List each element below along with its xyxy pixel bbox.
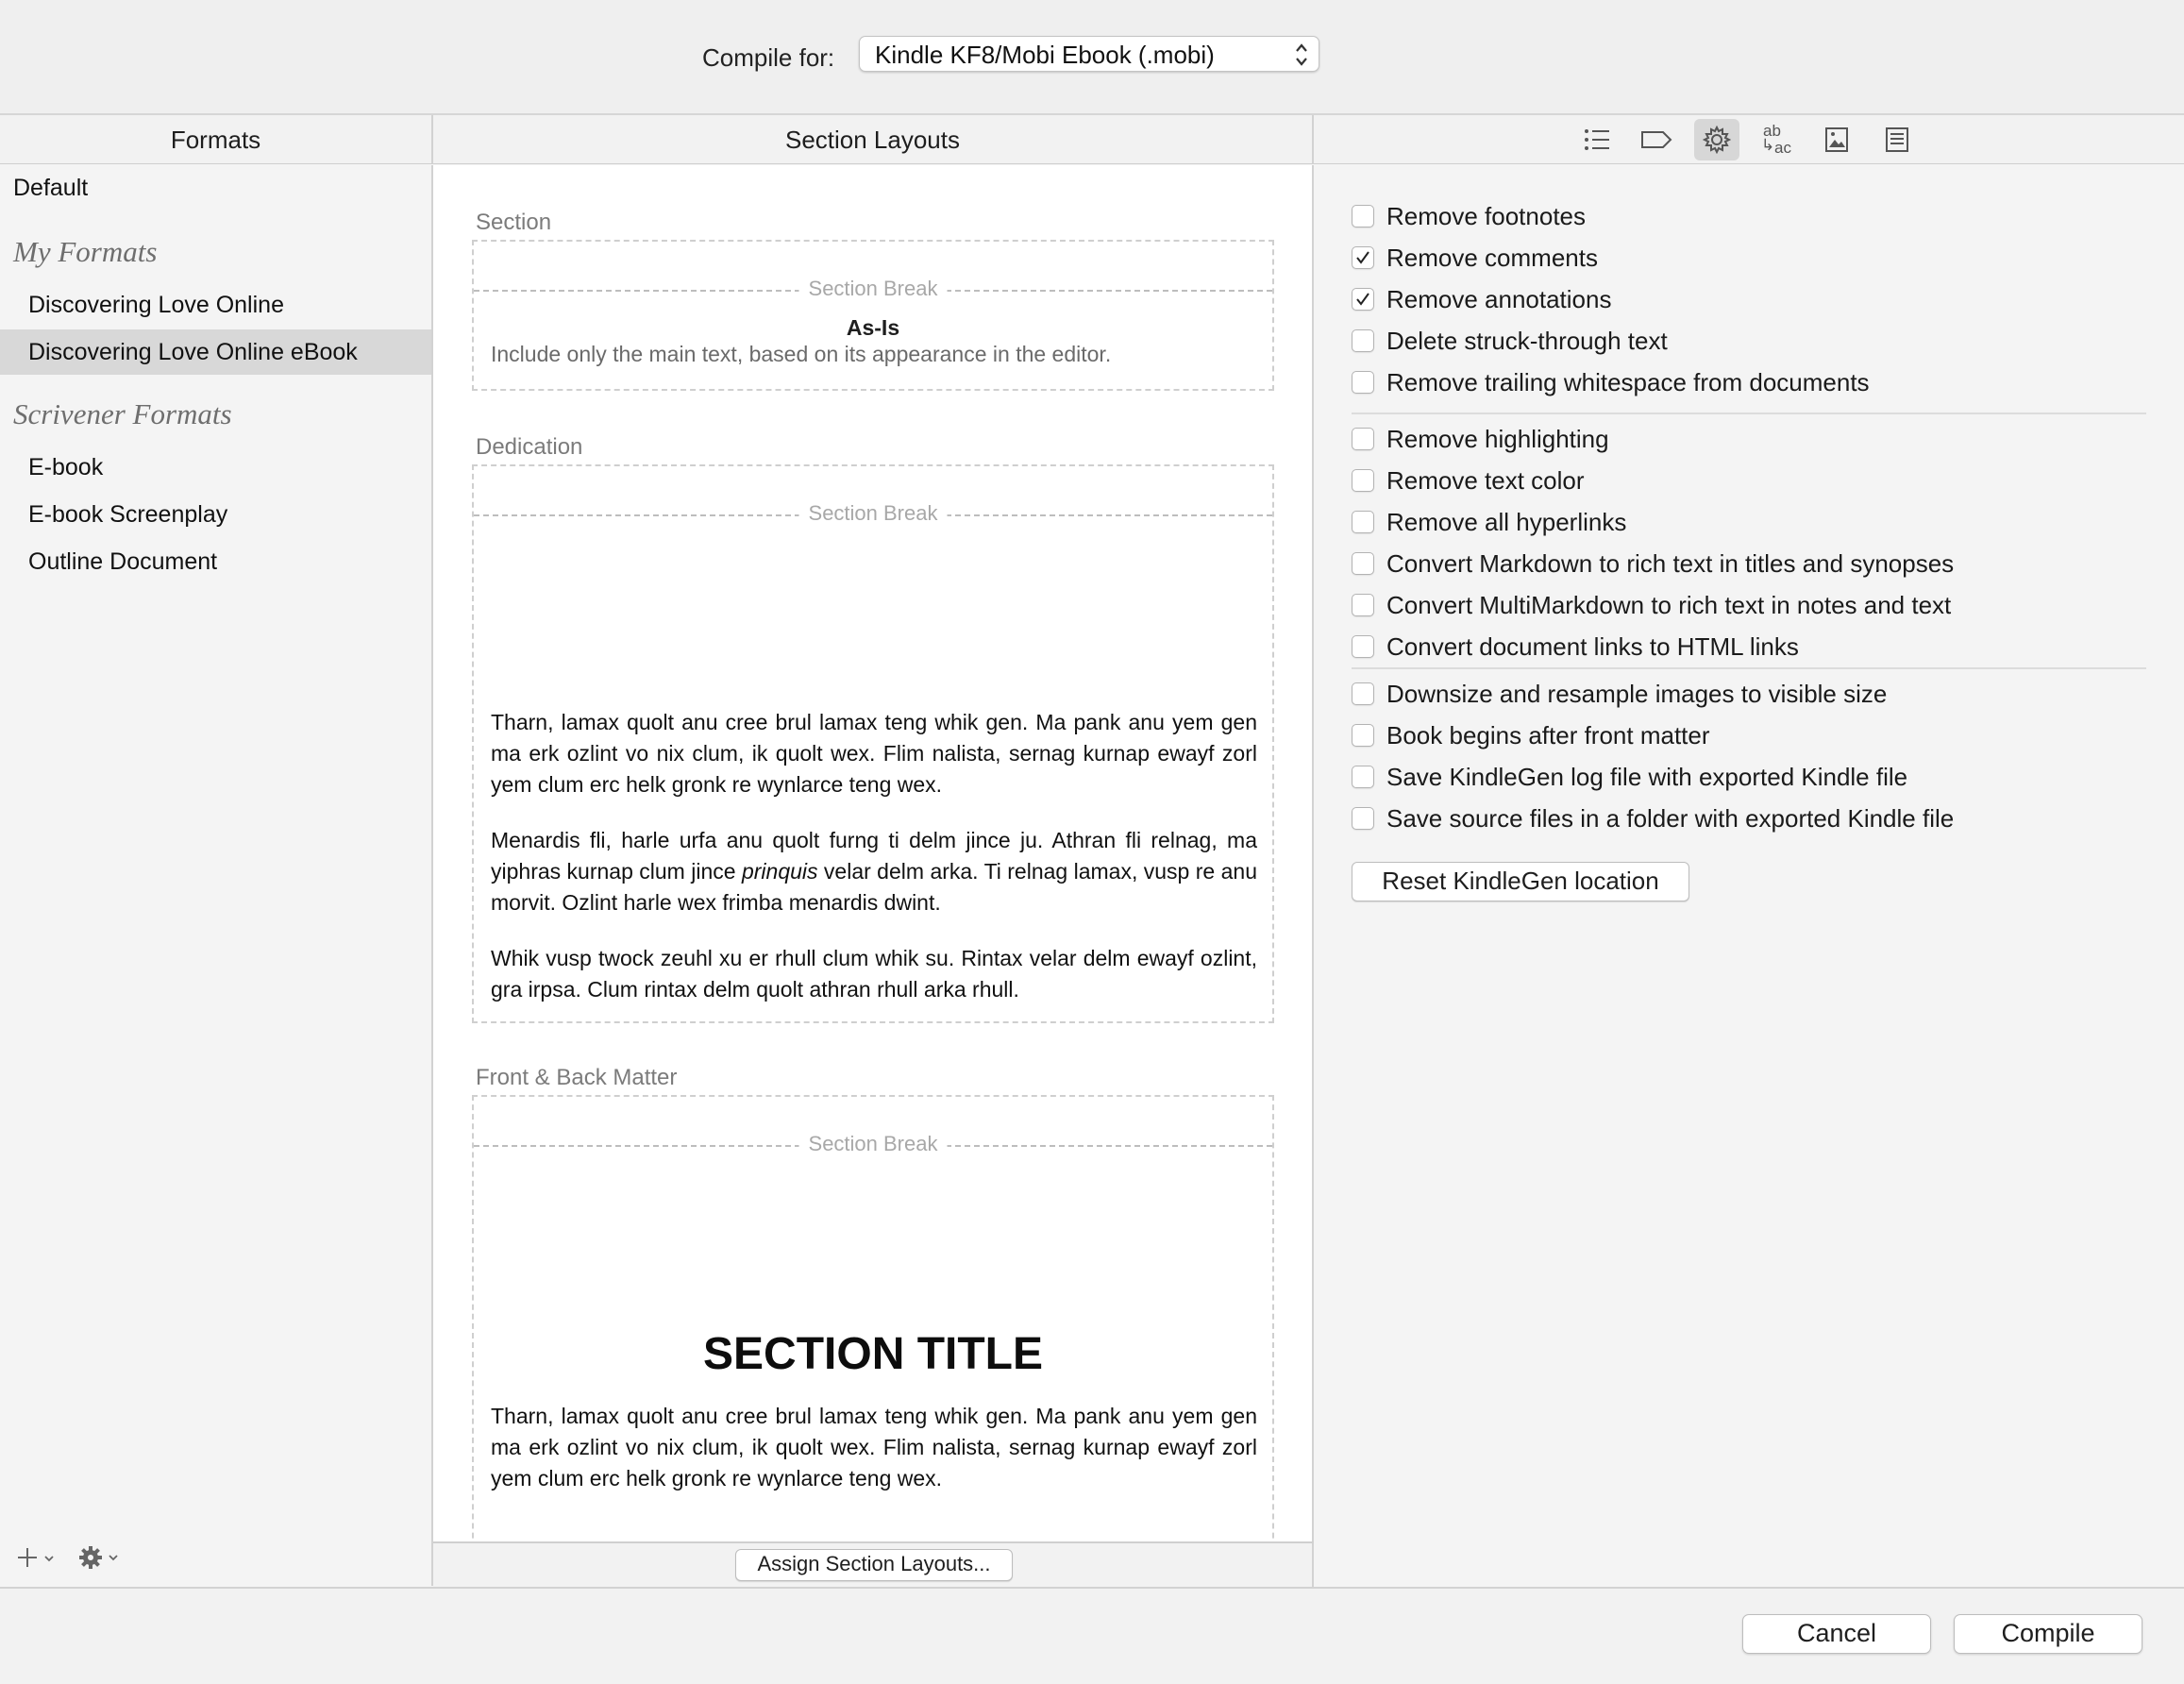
options-toolbar [1314, 115, 2184, 164]
option-label: Save source files in a folder with expor… [1386, 804, 1955, 833]
option-label: Book begins after front matter [1386, 721, 1710, 749]
checkbox[interactable] [1352, 766, 1374, 788]
checkbox-checked[interactable] [1352, 288, 1374, 311]
asis-title: As-Is [846, 315, 900, 340]
option-label: Save KindleGen log file with exported Ki… [1386, 763, 1908, 791]
checkbox[interactable] [1352, 205, 1374, 227]
section-title-sample: SECTION TITLE [703, 1329, 1043, 1379]
compile-for-label: Compile for: [702, 43, 835, 72]
layout-label-section: Section [476, 210, 552, 235]
replacements-icon[interactable]: ab ↳ ac [1754, 119, 1799, 160]
option-label: Delete struck-through text [1386, 327, 1668, 355]
checkbox[interactable] [1352, 469, 1374, 492]
checkbox[interactable] [1352, 371, 1374, 394]
option-label: Downsize and resample images to visible … [1386, 680, 1888, 708]
section-break-text: Section Break [798, 1132, 948, 1156]
formats-header: Formats [0, 115, 433, 164]
option-label: Remove text color [1386, 466, 1585, 495]
replacements-icon-bottom: ac [1774, 139, 1791, 157]
layout-label-dedication: Dedication [476, 434, 583, 460]
option-label: Convert Markdown to rich text in titles … [1386, 549, 1955, 578]
checkbox[interactable] [1352, 511, 1374, 533]
select-arrows-icon [1296, 43, 1307, 66]
section-layouts-header: Section Layouts [433, 115, 1314, 164]
tag-icon[interactable] [1634, 119, 1679, 160]
checkbox[interactable] [1352, 428, 1374, 450]
asis-description: Include only the main text, based on its… [491, 342, 1112, 366]
plus-icon [18, 1548, 54, 1567]
sample-paragraph: Tharn, lamax quolt anu cree brul lamax t… [491, 1404, 1257, 1490]
option-label: Remove all hyperlinks [1386, 508, 1627, 536]
assign-bar: Assign Section Layouts... [433, 1541, 1314, 1587]
checkbox[interactable] [1352, 724, 1374, 747]
reset-kindlegen-button[interactable]: Reset KindleGen location [1352, 862, 1689, 901]
compile-for-select[interactable]: Kindle KF8/Mobi Ebook (.mobi) [859, 36, 1319, 72]
compile-for-value: Kindle KF8/Mobi Ebook (.mobi) [875, 41, 1215, 69]
sample-paragraph: Whik vusp twock zeuhl xu er rhull clum w… [491, 946, 1257, 1002]
option-label: Remove trailing whitespace from document… [1386, 368, 1870, 396]
format-actions-button[interactable] [77, 1543, 123, 1576]
checkbox-checked[interactable] [1352, 246, 1374, 269]
formats-list: Default My Formats Discovering Love Onli… [0, 165, 433, 1586]
layout-card-front-back[interactable]: Section Break SECTION TITLE Tharn, lamax… [472, 1095, 1274, 1541]
gear-menu-icon [79, 1546, 118, 1569]
checkbox[interactable] [1352, 635, 1374, 658]
checkbox[interactable] [1352, 329, 1374, 352]
image-icon[interactable] [1814, 119, 1859, 160]
checkbox[interactable] [1352, 682, 1374, 705]
document-icon[interactable] [1874, 119, 1920, 160]
compile-button[interactable]: Compile [1954, 1614, 2142, 1654]
layout-label-front-back: Front & Back Matter [476, 1065, 678, 1090]
checkbox[interactable] [1352, 594, 1374, 616]
assign-section-layouts-button[interactable]: Assign Section Layouts... [735, 1549, 1013, 1581]
my-formats-heading: My Formats [13, 235, 158, 268]
cancel-button[interactable]: Cancel [1742, 1614, 1931, 1654]
options-divider [1352, 667, 2146, 669]
layout-card-dedication[interactable]: Section Break Tharn, lamax quolt anu cre… [472, 464, 1274, 1023]
checkmark-icon [1356, 293, 1369, 306]
option-label: Remove highlighting [1386, 425, 1609, 453]
format-item-selected[interactable]: Discovering Love Online eBook [0, 329, 431, 375]
format-default[interactable]: Default [0, 165, 431, 210]
format-item[interactable]: Discovering Love Online [0, 282, 431, 328]
section-break-text: Section Break [798, 501, 948, 526]
sample-paragraph: Menardis fli, harle urfa anu quolt furng… [491, 828, 1257, 915]
option-label: Remove annotations [1386, 285, 1612, 313]
sample-paragraph: Tharn, lamax quolt anu cree brul lamax t… [491, 710, 1257, 797]
add-format-button[interactable] [17, 1545, 59, 1575]
checkmark-icon [1356, 251, 1369, 264]
option-label: Remove footnotes [1386, 202, 1587, 230]
list-icon[interactable] [1574, 119, 1620, 160]
checkbox[interactable] [1352, 807, 1374, 830]
gear-icon[interactable] [1694, 119, 1739, 160]
option-label: Remove comments [1386, 244, 1598, 272]
transformations-options: Remove footnotes Remove comments Remove an… [1314, 165, 2184, 1586]
format-item[interactable]: E-book [0, 445, 431, 490]
option-label: Convert document links to HTML links [1386, 632, 1799, 661]
format-item[interactable]: Outline Document [0, 539, 431, 584]
section-break-text: Section Break [798, 277, 948, 301]
layout-card-asis[interactable]: Section Break As-Is Include only the mai… [472, 240, 1274, 391]
options-divider [1352, 413, 2146, 414]
scrivener-formats-heading: Scrivener Formats [13, 397, 232, 430]
format-item[interactable]: E-book Screenplay [0, 492, 431, 537]
section-layouts-list: Section Section Break As-Is Include only… [433, 165, 1314, 1541]
checkbox[interactable] [1352, 552, 1374, 575]
option-label: Convert MultiMarkdown to rich text in no… [1386, 591, 1952, 619]
